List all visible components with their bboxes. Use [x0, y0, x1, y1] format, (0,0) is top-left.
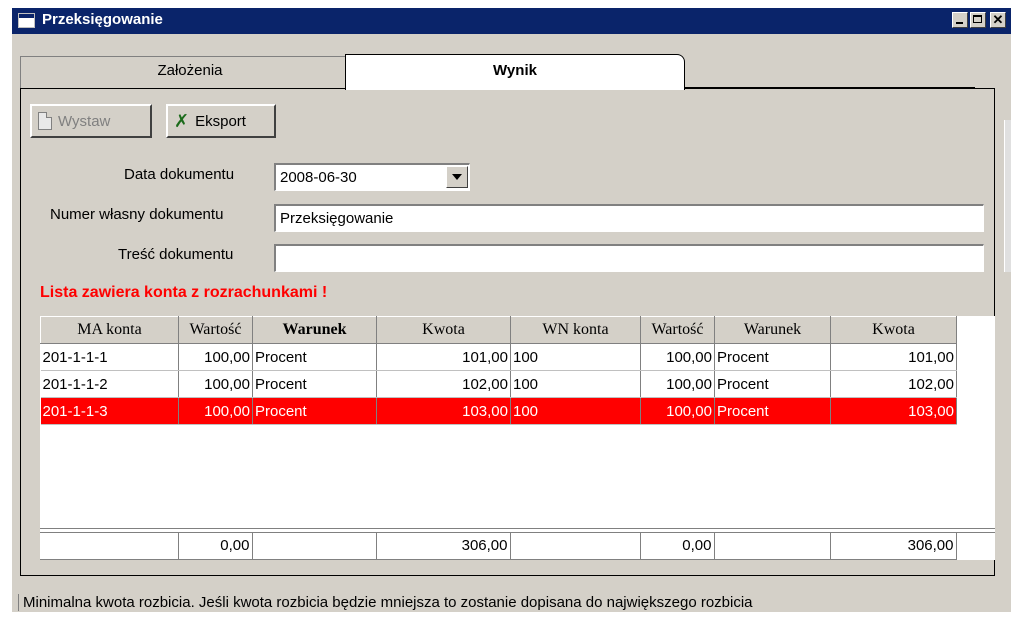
cell[interactable]: Procent — [714, 370, 831, 398]
cell[interactable]: 201-1-1-1 — [40, 343, 179, 371]
title-bar[interactable]: Przeksięgowanie ✕ — [12, 8, 1011, 34]
cell[interactable]: 102,00 — [376, 370, 511, 398]
cell[interactable]: 100,00 — [640, 343, 715, 371]
col-kwota-wn[interactable]: Kwota — [830, 316, 957, 344]
cell[interactable]: 103,00 — [376, 397, 511, 425]
cell[interactable]: 201-1-1-3 — [40, 397, 179, 425]
maximize-icon — [973, 15, 982, 23]
cell[interactable]: 201-1-1-2 — [40, 370, 179, 398]
grid-header-row: MA konta Wartość Warunek Kwota WN konta … — [40, 316, 957, 344]
cell[interactable]: Procent — [252, 343, 377, 371]
document-icon — [38, 112, 52, 130]
table-row[interactable]: 201-1-1-1 100,00 Procent 101,00 100 100,… — [40, 343, 957, 371]
total-cell: 0,00 — [640, 532, 715, 560]
data-dokumentu-select[interactable]: 2008-06-30 — [274, 163, 470, 191]
eksport-label: Eksport — [195, 112, 246, 130]
numer-wlasny-field[interactable]: Przeksięgowanie — [274, 204, 984, 232]
cell[interactable]: Procent — [714, 397, 831, 425]
cell[interactable]: 101,00 — [830, 343, 957, 371]
status-text: Minimalna kwota rozbicia. Jeśli kwota ro… — [18, 594, 753, 611]
col-warunek-wn[interactable]: Warunek — [714, 316, 831, 344]
totals-table: 0,00 306,00 0,00 306,00 — [40, 532, 957, 560]
form-scrollbar[interactable] — [1004, 120, 1011, 272]
cell[interactable]: Procent — [714, 343, 831, 371]
numer-wlasny-label: Numer własny dokumentu — [50, 206, 224, 223]
total-cell: 306,00 — [830, 532, 957, 560]
close-icon: ✕ — [992, 12, 1004, 27]
total-cell — [40, 532, 179, 560]
total-cell — [510, 532, 641, 560]
data-dokumentu-label: Data dokumentu — [124, 166, 235, 183]
totals-row: 0,00 306,00 0,00 306,00 — [40, 532, 957, 560]
col-wartosc-wn[interactable]: Wartość — [640, 316, 715, 344]
col-wartosc-ma[interactable]: Wartość — [178, 316, 253, 344]
cell[interactable]: 100 — [510, 343, 641, 371]
tab-wynik[interactable]: Wynik — [345, 54, 685, 90]
minimize-button[interactable] — [952, 12, 968, 28]
close-button[interactable]: ✕ — [990, 12, 1006, 28]
cell[interactable]: 100 — [510, 370, 641, 398]
warning-message: Lista zawiera konta z rozrachunkami ! — [40, 284, 328, 301]
cell[interactable]: 100,00 — [178, 370, 253, 398]
tab-strip-line — [685, 87, 975, 88]
cell[interactable]: 100 — [510, 397, 641, 425]
cell[interactable]: 100,00 — [640, 370, 715, 398]
col-kwota-ma[interactable]: Kwota — [376, 316, 511, 344]
grid-table: MA konta Wartość Warunek Kwota WN konta … — [40, 316, 957, 425]
cell[interactable]: Procent — [252, 370, 377, 398]
table-row[interactable]: 201-1-1-2 100,00 Procent 102,00 100 100,… — [40, 370, 957, 398]
result-grid[interactable]: MA konta Wartość Warunek Kwota WN konta … — [40, 316, 995, 560]
cell[interactable]: Procent — [252, 397, 377, 425]
col-wn-konta[interactable]: WN konta — [510, 316, 641, 344]
tresc-dokumentu-label: Treść dokumentu — [118, 246, 234, 263]
total-cell — [714, 532, 831, 560]
window-icon — [18, 13, 35, 28]
col-warunek-ma[interactable]: Warunek — [252, 316, 377, 344]
cell[interactable]: 103,00 — [830, 397, 957, 425]
col-ma-konta[interactable]: MA konta — [40, 316, 179, 344]
cell[interactable]: 100,00 — [640, 397, 715, 425]
total-cell: 0,00 — [178, 532, 253, 560]
eksport-button[interactable]: ✗ Eksport — [166, 104, 276, 138]
minimize-icon — [956, 22, 963, 24]
tab-zalozenia[interactable]: Założenia — [20, 56, 360, 88]
table-row-selected[interactable]: 201-1-1-3 100,00 Procent 103,00 100 100,… — [40, 397, 957, 425]
cell[interactable]: 102,00 — [830, 370, 957, 398]
chevron-down-icon[interactable] — [446, 166, 468, 188]
wystaw-button[interactable]: Wystaw — [30, 104, 152, 138]
tresc-dokumentu-field[interactable] — [274, 244, 984, 272]
cell[interactable]: 100,00 — [178, 343, 253, 371]
maximize-button[interactable] — [970, 12, 986, 28]
window-title: Przeksięgowanie — [42, 11, 163, 28]
total-cell — [252, 532, 377, 560]
excel-icon: ✗ — [174, 110, 190, 132]
wystaw-label: Wystaw — [58, 112, 111, 130]
cell[interactable]: 100,00 — [178, 397, 253, 425]
total-cell: 306,00 — [376, 532, 511, 560]
cell[interactable]: 101,00 — [376, 343, 511, 371]
data-dokumentu-value: 2008-06-30 — [280, 169, 357, 186]
